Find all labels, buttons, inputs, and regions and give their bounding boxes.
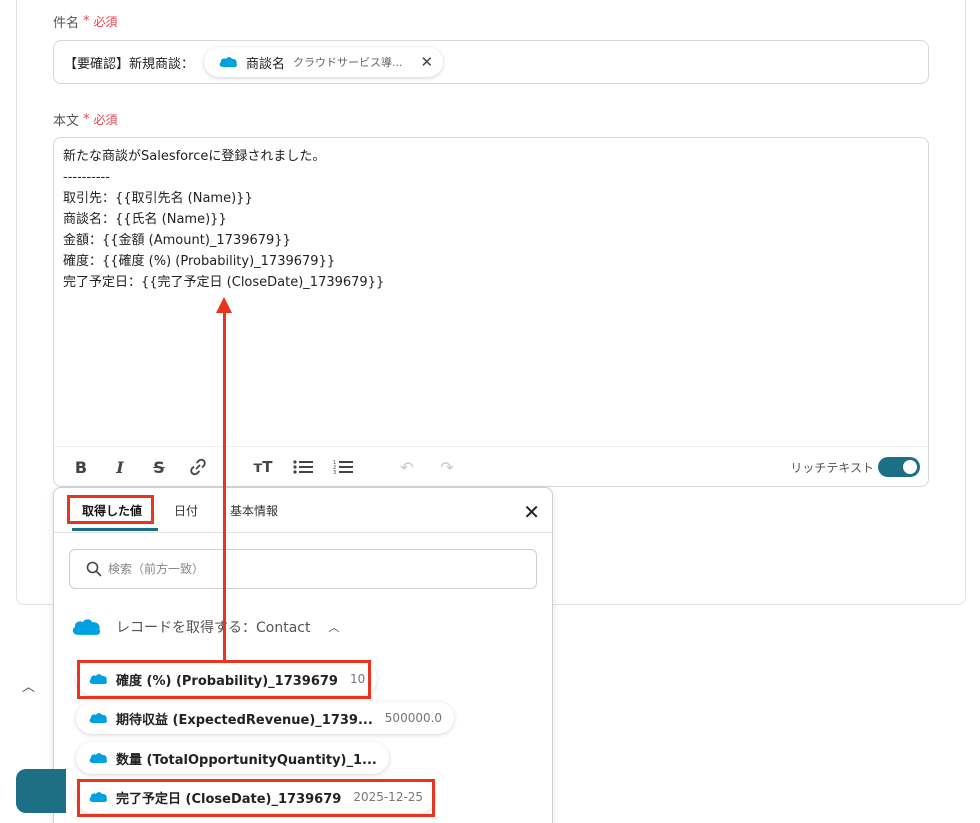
- numbered-list-icon[interactable]: 123: [332, 457, 354, 477]
- chevron-up-icon[interactable]: ︿: [328, 619, 339, 635]
- subject-label-row: 件名 * 必須: [53, 12, 118, 31]
- rich-text-toggle[interactable]: [878, 457, 920, 477]
- salesforce-cloud-icon: [72, 619, 101, 636]
- search-icon: [86, 561, 102, 577]
- rich-text-label: リッチテキスト: [790, 461, 874, 475]
- chip-value: クラウドサービス導...: [293, 56, 403, 69]
- salesforce-cloud-icon: [89, 713, 107, 724]
- required-mark: *: [83, 112, 90, 127]
- list-item[interactable]: 数量 (TotalOpportunityQuantity)_1...: [76, 742, 389, 774]
- salesforce-cloud-icon: [89, 753, 107, 764]
- subject-variable-chip[interactable]: 商談名 クラウドサービス導... ✕: [204, 47, 444, 77]
- item-label: 確度 (%) (Probability)_1739679: [116, 673, 338, 689]
- body-editor[interactable]: 新たな商談がSalesforceに登録されました。 ---------- 取引先…: [53, 137, 929, 487]
- body-line: 取引先：{{取引先名 (Name)}}: [63, 191, 253, 206]
- strikethrough-icon[interactable]: S: [148, 457, 170, 477]
- subject-label: 件名: [53, 16, 80, 31]
- annotation-arrow-line: [223, 310, 226, 663]
- chevron-up-icon[interactable]: ︿: [22, 676, 35, 695]
- bullet-list-icon[interactable]: [292, 457, 314, 477]
- close-icon[interactable]: ✕: [421, 53, 434, 71]
- item-value: 500000.0: [384, 711, 443, 725]
- body-line: 確度：{{確度 (%) (Probability)_1739679}}: [63, 254, 336, 269]
- primary-button[interactable]: [16, 769, 66, 813]
- chip-label: 商談名: [246, 56, 286, 72]
- salesforce-cloud-icon: [89, 792, 107, 803]
- required-text: 必須: [93, 113, 118, 127]
- salesforce-cloud-icon: [219, 57, 237, 68]
- close-icon[interactable]: ✕: [523, 500, 540, 524]
- record-group-header[interactable]: レコードを取得する：Contact ︿: [70, 616, 339, 638]
- item-value: 2025-12-25: [353, 790, 424, 804]
- list-item[interactable]: 確度 (%) (Probability)_1739679 10: [76, 663, 378, 695]
- required-text: 必須: [93, 15, 118, 29]
- body-label-row: 本文 * 必須: [53, 110, 118, 129]
- subject-input[interactable]: 【要確認】新規商談： 商談名 クラウドサービス導... ✕: [53, 40, 929, 84]
- body-line: ----------: [63, 170, 110, 185]
- body-line: 金額：{{金額 (Amount)_1739679}}: [63, 233, 291, 248]
- item-label: 数量 (TotalOpportunityQuantity)_1...: [116, 752, 377, 768]
- required-mark: *: [83, 14, 90, 29]
- body-line: 商談名：{{氏名 (Name)}}: [63, 212, 227, 227]
- record-group-title: レコードを取得する：Contact: [116, 620, 311, 636]
- list-item[interactable]: 期待収益 (ExpectedRevenue)_1739... 500000.0: [76, 702, 455, 734]
- subject-prefix-text: 【要確認】新規商談：: [64, 56, 195, 72]
- body-text[interactable]: 新たな商談がSalesforceに登録されました。 ---------- 取引先…: [63, 146, 384, 293]
- tab-acquired-values[interactable]: 取得した値: [82, 502, 142, 519]
- item-value: 10: [349, 672, 366, 686]
- undo-icon[interactable]: ↶: [396, 457, 418, 477]
- tab-date[interactable]: 日付: [174, 502, 198, 519]
- list-item[interactable]: 完了予定日 (CloseDate)_1739679 2025-12-25: [76, 781, 436, 813]
- popup-tabs: 取得した値 日付 基本情報 ✕: [54, 488, 552, 533]
- redo-icon[interactable]: ↷: [436, 457, 458, 477]
- body-label: 本文: [53, 114, 80, 129]
- item-label: 完了予定日 (CloseDate)_1739679: [116, 791, 342, 807]
- link-icon[interactable]: [187, 457, 209, 477]
- body-line: 新たな商談がSalesforceに登録されました。: [63, 149, 326, 164]
- active-tab-indicator: [72, 528, 158, 531]
- search-input[interactable]: [108, 562, 488, 576]
- editor-toolbar: B I S тT 123 ↶ ↷ リッチテキスト: [54, 446, 928, 486]
- variable-picker-popup: 取得した値 日付 基本情報 ✕ レコードを取得する：Contact ︿ 確度 (…: [53, 487, 553, 823]
- body-line: 完了予定日：{{完了予定日 (CloseDate)_1739679}}: [63, 275, 385, 290]
- annotation-arrow-head: [216, 297, 232, 313]
- item-label: 期待収益 (ExpectedRevenue)_1739...: [116, 712, 373, 728]
- search-field[interactable]: [69, 549, 537, 589]
- bold-icon[interactable]: B: [70, 457, 92, 477]
- svg-text:3: 3: [333, 470, 336, 475]
- salesforce-cloud-icon: [89, 674, 107, 685]
- tab-basic-info[interactable]: 基本情報: [230, 502, 278, 519]
- italic-icon[interactable]: I: [109, 457, 131, 477]
- text-size-icon[interactable]: тT: [252, 457, 274, 477]
